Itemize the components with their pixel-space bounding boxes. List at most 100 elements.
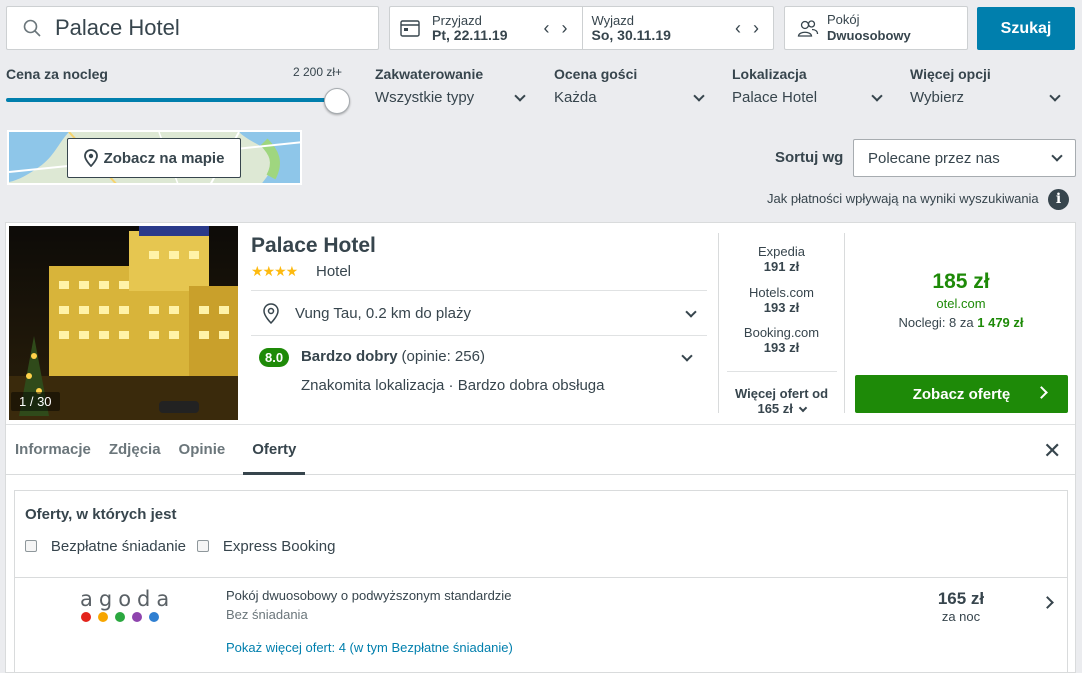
price-value: 193 zł — [763, 340, 800, 355]
location-filter-value: Palace Hotel — [732, 89, 818, 106]
price-filter-label: Cena za nocleg — [6, 66, 108, 82]
free-breakfast-label: Bezpłatne śniadanie — [50, 537, 186, 555]
view-deal-button[interactable]: Zobacz ofertę — [855, 375, 1068, 413]
checkout-next-button[interactable]: › — [753, 19, 759, 37]
price-site: Hotels.com — [748, 285, 815, 300]
accommodation-filter-dropdown[interactable]: Wszystkie typy — [375, 89, 530, 106]
chevron-right-icon — [1035, 386, 1048, 399]
agoda-logo-dots — [81, 609, 166, 625]
rating-count: (opinie: 256) — [401, 348, 485, 366]
sort-dropdown[interactable]: Polecane przez nas — [853, 139, 1076, 177]
hotel-photo[interactable] — [9, 226, 238, 420]
price-offer-booking[interactable]: Booking.com 193 zł — [719, 325, 844, 355]
offer-price-value: 165 zł — [937, 589, 985, 608]
tab-photos[interactable]: Zdjęcia — [109, 425, 161, 475]
hotel-name[interactable]: Palace Hotel — [251, 234, 376, 258]
hotel-type: Hotel — [316, 263, 352, 280]
express-booking-checkbox[interactable]: Express Booking — [197, 537, 335, 555]
agoda-logo: agoda — [80, 587, 176, 611]
price-site: Booking.com — [743, 325, 820, 340]
hotel-photo-illustration — [9, 226, 238, 420]
chevron-down-icon — [693, 89, 705, 102]
checkout-field[interactable]: Wyjazd So, 30.11.19 ‹ › — [581, 7, 774, 49]
best-deal[interactable]: 185 zł otel.com Noclegi: 8 za 1 479 zł — [853, 270, 1069, 330]
location-filter-label: Lokalizacja — [732, 66, 807, 82]
view-deal-label: Zobacz ofertę — [912, 385, 1011, 403]
more-offers-line2: 165 zł — [757, 401, 793, 416]
rating-row[interactable]: 8.0 Bardzo dobry (opinie: 256) Znakomita… — [251, 336, 707, 400]
checkin-field[interactable]: Przyjazd Pt, 22.11.19 ‹ › — [390, 7, 582, 49]
price-value: 191 zł — [763, 259, 800, 274]
price-max-label: 2 200 zł+ — [293, 65, 343, 79]
star-rating: ★★★★ — [251, 263, 298, 279]
location-filter-dropdown[interactable]: Palace Hotel — [732, 89, 887, 106]
calendar-icon — [400, 20, 420, 37]
offer-meal: Bez śniadania — [226, 607, 308, 622]
checkin-value: Pt, 22.11.19 — [432, 27, 508, 43]
more-filter-value: Wybierz — [910, 89, 965, 106]
best-deal-site: otel.com — [936, 296, 986, 311]
more-offers-line1: Więcej ofert od — [734, 386, 829, 401]
offer-price-per: za noc — [941, 609, 981, 624]
room-selector[interactable]: Pokój Dwuosobowy — [784, 6, 968, 50]
chevron-down-icon — [871, 89, 883, 102]
checkin-next-button[interactable]: › — [562, 19, 568, 37]
offer-room-title: Pokój dwuosobowy o podwyższonym standard… — [226, 588, 512, 603]
payment-info-link[interactable]: Jak płatności wpływają na wyniki wyszuki… — [767, 191, 1039, 206]
search-input[interactable] — [55, 15, 355, 41]
close-icon[interactable]: ✕ — [1043, 438, 1061, 464]
price-site: Expedia — [758, 244, 805, 259]
photo-counter: 1 / 30 — [11, 392, 60, 411]
accommodation-filter-label: Zakwaterowanie — [375, 66, 484, 82]
price-offer-hotels[interactable]: Hotels.com 193 zł — [719, 285, 844, 315]
checkout-label: Wyjazd — [591, 13, 635, 28]
divider — [727, 371, 837, 372]
search-field[interactable] — [6, 6, 379, 50]
rating-filter-value: Każda — [554, 89, 597, 106]
more-offers-button[interactable]: Więcej ofert od 165 zł — [719, 386, 844, 416]
room-label: Pokój — [827, 12, 860, 27]
tab-information[interactable]: Informacje — [15, 425, 91, 475]
price-offer-expedia[interactable]: Expedia 191 zł — [719, 244, 844, 274]
search-icon — [23, 19, 41, 37]
map-pin-icon — [263, 303, 279, 324]
chevron-down-icon — [681, 349, 693, 362]
room-value: Dwuosobowy — [827, 28, 911, 43]
best-deal-price: 185 zł — [932, 270, 990, 293]
checkbox-icon[interactable] — [25, 540, 37, 553]
checkout-prev-button[interactable]: ‹ — [735, 19, 741, 37]
rating-highlights: Znakomita lokalizacja · Bardzo dobra obs… — [301, 377, 605, 394]
rating-filter-dropdown[interactable]: Każda — [554, 89, 709, 106]
offers-filter-title: Oferty, w których jest — [25, 506, 177, 523]
free-breakfast-checkbox[interactable]: Bezpłatne śniadanie — [25, 537, 186, 555]
more-filter-dropdown[interactable]: Wybierz — [910, 89, 1065, 106]
search-button[interactable]: Szukaj — [977, 7, 1075, 50]
express-booking-label: Express Booking — [222, 537, 336, 555]
show-more-offers-link[interactable]: Pokaż więcej ofert: 4 (w tym Bezpłatne ś… — [226, 640, 513, 655]
hotel-location: Vung Tau, 0.2 km do plaży — [295, 305, 471, 322]
price-slider-handle[interactable] — [324, 88, 350, 114]
chevron-down-icon — [1049, 89, 1061, 102]
checkbox-icon[interactable] — [197, 540, 209, 553]
rating-score-badge: 8.0 — [259, 348, 290, 367]
chevron-down-icon — [685, 305, 697, 318]
chevron-down-icon — [798, 403, 807, 413]
rating-text: Bardzo dobry — [300, 348, 398, 366]
accommodation-filter-value: Wszystkie typy — [375, 89, 475, 106]
map-pin-icon — [83, 149, 98, 167]
tab-offers[interactable]: Oferty — [243, 425, 306, 475]
date-picker[interactable]: Przyjazd Pt, 22.11.19 ‹ › Wyjazd So, 30.… — [389, 6, 774, 50]
location-row[interactable]: Vung Tau, 0.2 km do plaży — [251, 291, 707, 336]
more-filter-label: Więcej opcji — [910, 66, 991, 82]
info-icon[interactable]: i — [1048, 189, 1069, 210]
chevron-down-icon — [514, 89, 526, 102]
checkin-label: Przyjazd — [432, 13, 482, 28]
tab-reviews[interactable]: Opinie — [179, 425, 226, 475]
sort-label: Sortuj wg — [775, 149, 844, 166]
checkin-prev-button[interactable]: ‹ — [544, 19, 550, 37]
guests-icon — [797, 20, 819, 37]
offer-price: 165 zł za noc — [926, 589, 996, 624]
rating-filter-label: Ocena gości — [554, 66, 638, 82]
price-slider-track[interactable] — [6, 98, 336, 102]
show-on-map-button[interactable]: Zobacz na mapie — [67, 138, 241, 178]
